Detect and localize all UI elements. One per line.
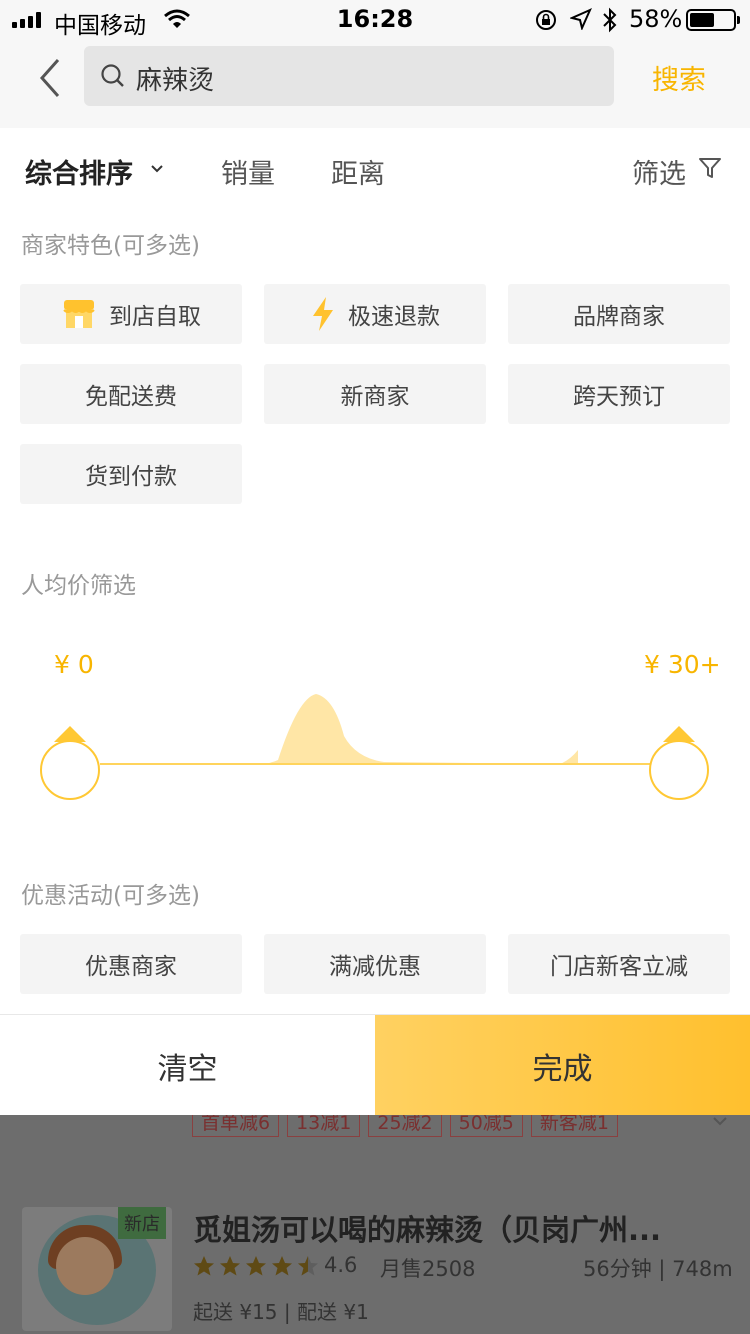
chevron-down-icon[interactable] (150, 164, 164, 174)
chevron-down-icon (713, 1117, 727, 1126)
filter-toggle[interactable]: 筛选 (632, 152, 686, 191)
promo-tag: 首单减6 (192, 1115, 280, 1137)
chip-next-day-booking[interactable]: 跨天预订 (508, 364, 730, 424)
orientation-lock-icon (536, 10, 556, 30)
bluetooth-icon (603, 7, 617, 33)
status-bar: 中国移动 16:28 58% (0, 0, 750, 40)
slider-handle-min[interactable] (40, 726, 100, 800)
chip-pickup[interactable]: 到店自取 (20, 284, 242, 344)
search-header: 麻辣烫 搜索 (0, 40, 750, 128)
search-icon (101, 64, 124, 87)
chip-free-delivery[interactable]: 免配送费 (20, 364, 242, 424)
chip-brand-merchant[interactable]: 品牌商家 (508, 284, 730, 344)
chip-label: 优惠商家 (85, 954, 177, 980)
sort-bar: 综合排序 销量 距离 筛选 (0, 128, 750, 210)
promotions-title: 优惠活动(可多选) (21, 883, 200, 909)
promo-tag: 50减5 (449, 1115, 523, 1137)
search-button[interactable]: 搜索 (652, 58, 706, 97)
chip-label: 新商家 (340, 384, 410, 410)
chevron-left-icon[interactable] (30, 54, 70, 104)
filter-action-bar: 清空 完成 (0, 1014, 750, 1116)
battery-icon (686, 9, 740, 31)
chip-spend-discount[interactable]: 满减优惠 (264, 934, 486, 994)
clear-button[interactable]: 清空 (0, 1015, 375, 1116)
delivery-eta-distance: 56分钟 | 748m (583, 1257, 733, 1281)
storefront-icon (61, 297, 97, 331)
chip-fast-refund[interactable]: 极速退款 (264, 284, 486, 344)
chip-label: 免配送费 (85, 384, 177, 410)
price-max-label: ¥ 30+ (644, 650, 721, 679)
dimmed-overlay[interactable]: 首单减6 13减1 25减2 50减5 新客减1 新店 觅姐汤可以喝的麻辣烫（贝… (0, 1115, 750, 1334)
chip-label: 满减优惠 (329, 954, 421, 980)
chip-label: 品牌商家 (573, 304, 665, 330)
chip-label: 极速退款 (348, 304, 440, 330)
rating-value: 4.6 (324, 1253, 358, 1277)
rating-stars (193, 1255, 319, 1277)
chip-label: 到店自取 (109, 304, 201, 330)
price-distribution-curve (100, 694, 650, 765)
star-icon (246, 1256, 266, 1276)
sort-option-distance[interactable]: 距离 (331, 152, 385, 191)
price-range-slider (40, 694, 709, 800)
star-icon (220, 1256, 240, 1276)
done-button[interactable]: 完成 (375, 1015, 750, 1116)
promo-tag-row: 首单减6 13减1 25减2 50减5 新客减1 (192, 1115, 618, 1137)
monthly-sales: 月售2508 (380, 1257, 476, 1281)
location-icon (570, 8, 592, 30)
search-input[interactable]: 麻辣烫 (84, 46, 614, 106)
chip-cash-on-delivery[interactable]: 货到付款 (20, 444, 242, 504)
sort-option-comprehensive[interactable]: 综合排序 (25, 152, 133, 191)
lightning-icon (310, 296, 336, 332)
price-filter-title: 人均价筛选 (21, 573, 136, 599)
chip-new-merchant[interactable]: 新商家 (264, 364, 486, 424)
sort-option-sales[interactable]: 销量 (221, 152, 275, 191)
chip-discount-merchant[interactable]: 优惠商家 (20, 934, 242, 994)
promo-tag: 25减2 (368, 1115, 442, 1137)
half-star-icon (298, 1256, 318, 1276)
chip-label: 货到付款 (85, 464, 177, 490)
search-query: 麻辣烫 (136, 66, 215, 96)
price-min-label: ¥ 0 (54, 650, 94, 679)
promo-tag: 新客减1 (530, 1115, 618, 1137)
slider-handle-max[interactable] (649, 726, 709, 800)
funnel-icon[interactable] (698, 156, 722, 180)
chip-new-customer-discount[interactable]: 门店新客立减 (508, 934, 730, 994)
star-icon (272, 1256, 292, 1276)
new-shop-badge: 新店 (118, 1207, 166, 1239)
battery-percent: 58% (629, 5, 683, 33)
chip-label: 跨天预订 (573, 384, 665, 410)
delivery-fees: 起送 ¥15 | 配送 ¥1 (193, 1300, 369, 1324)
promo-tag: 13减1 (287, 1115, 361, 1137)
shop-name: 觅姐汤可以喝的麻辣烫（贝岗广州... (193, 1213, 662, 1247)
star-icon (194, 1256, 214, 1276)
chip-label: 门店新客立减 (550, 954, 688, 980)
merchant-features-title: 商家特色(可多选) (21, 233, 200, 259)
